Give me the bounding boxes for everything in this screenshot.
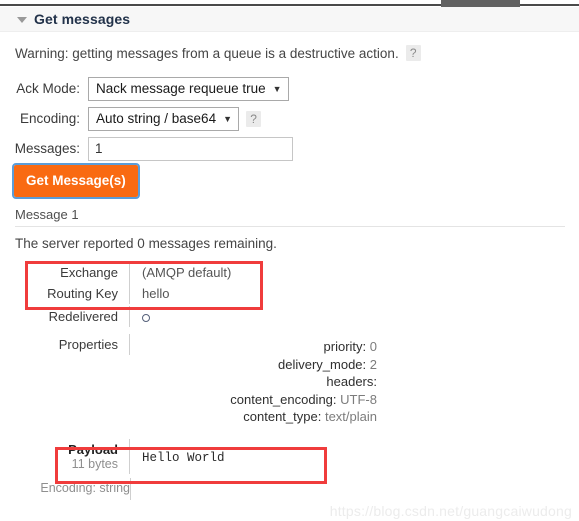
server-report-text: The server reported 0 messages remaining… (15, 236, 277, 251)
property-name: delivery_mode: (277, 356, 367, 372)
payload-label: Payload 11 bytes (0, 438, 130, 474)
get-messages-form: Ack Mode: Nack message requeue true ▼ En… (0, 76, 340, 166)
property-value: UTF-8 (340, 391, 377, 407)
messages-count-row: Messages: (0, 136, 340, 161)
warning-row: Warning: getting messages from a queue i… (15, 45, 421, 61)
routing-key-label: Routing Key (0, 283, 130, 304)
ack-mode-value: Nack message requeue true (96, 80, 266, 96)
redelivered-label: Redelivered (0, 306, 130, 327)
redelivered-value (130, 306, 579, 328)
top-tab-strip (0, 0, 579, 7)
ack-mode-label: Ack Mode: (16, 81, 80, 96)
exchange-value: (AMQP default) (142, 265, 232, 280)
encoding-row: Encoding: Auto string / base64 ▼ ? (0, 106, 340, 131)
property-value: 0 (369, 339, 377, 354)
circle-icon (142, 314, 150, 322)
warning-help-button[interactable]: ? (405, 45, 421, 61)
encoding-select[interactable]: Auto string / base64 ▼ (88, 106, 240, 131)
list-item: content_encoding: UTF-8 (142, 391, 377, 409)
ack-mode-select[interactable]: Nack message requeue true ▼ (88, 76, 289, 101)
page-title: Get messages (34, 11, 131, 27)
list-item: delivery_mode: 2 (142, 356, 377, 374)
active-tab-indicator[interactable] (441, 0, 520, 7)
ack-mode-row: Ack Mode: Nack message requeue true ▼ (0, 76, 340, 101)
chevron-down-icon: ▼ (223, 113, 233, 124)
watermark: https://blog.csdn.net/guangcaiwudong (329, 503, 572, 519)
chevron-down-icon: ▼ (272, 83, 282, 94)
payload-value: Hello World (142, 450, 225, 465)
message-details-table: Exchange (AMQP default) Routing Key hell… (0, 262, 579, 474)
encoding-value: Auto string / base64 (96, 110, 217, 126)
payload-title: Payload (68, 441, 118, 457)
list-item: headers: (142, 373, 377, 391)
properties-list: priority: 0 delivery_mode: 2 headers: co… (142, 337, 377, 426)
table-row: Exchange (AMQP default) (0, 262, 579, 283)
encoding-help-button[interactable]: ? (246, 110, 262, 127)
get-messages-button[interactable]: Get Message(s) (12, 163, 140, 199)
property-value: 2 (369, 356, 377, 372)
payload-encoding-note: Encoding: string (40, 481, 130, 495)
list-item: priority: 0 (142, 338, 377, 356)
messages-count-input[interactable] (88, 136, 293, 161)
messages-count-label: Messages: (14, 141, 80, 156)
table-row: Routing Key hello (0, 283, 579, 304)
get-messages-section-header[interactable]: Get messages (0, 7, 579, 32)
payload-size: 11 bytes (71, 456, 118, 471)
chevron-down-icon[interactable] (17, 17, 27, 23)
properties-label: Properties (0, 334, 130, 355)
table-row: Redelivered (0, 306, 579, 328)
property-name: content_encoding: (230, 391, 337, 407)
properties-value: priority: 0 delivery_mode: 2 headers: co… (130, 334, 579, 429)
property-name: content_type: (243, 409, 322, 424)
table-row: Properties priority: 0 delivery_mode: 2 … (0, 334, 579, 429)
table-divider (130, 478, 131, 500)
encoding-label: Encoding: (19, 111, 80, 126)
property-value: text/plain (324, 409, 377, 424)
exchange-label: Exchange (0, 262, 130, 283)
property-name: priority: (323, 339, 367, 354)
message-heading: Message 1 (15, 207, 565, 227)
warning-text: Warning: getting messages from a queue i… (15, 45, 399, 61)
list-item: content_type: text/plain (142, 408, 377, 426)
property-name: headers: (326, 374, 377, 389)
routing-key-value: hello (142, 286, 170, 301)
table-row: Payload 11 bytes Hello World (0, 438, 579, 474)
